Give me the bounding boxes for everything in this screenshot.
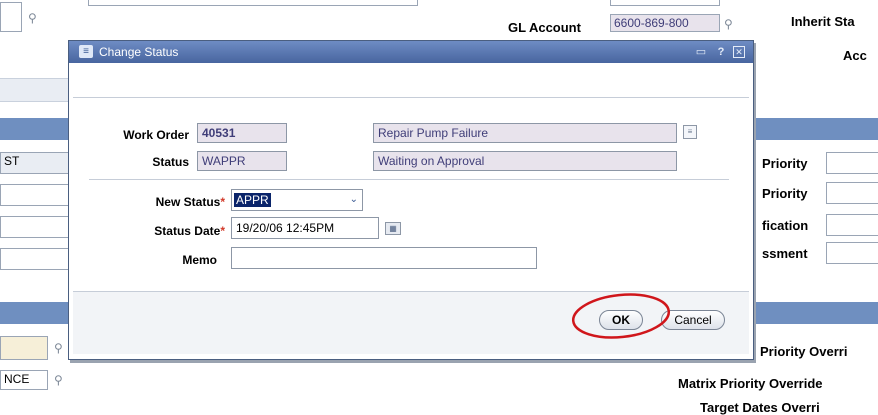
st-field[interactable]: ST bbox=[0, 152, 70, 174]
acc-label: Acc bbox=[843, 48, 867, 63]
change-status-dialog: ≡ Change Status ▭ ? ✕ Work Order 40531 R… bbox=[68, 40, 754, 360]
ssment-field[interactable] bbox=[826, 242, 878, 264]
search-icon[interactable]: ⚲ bbox=[724, 18, 736, 30]
status-field[interactable]: WAPPR bbox=[197, 151, 287, 171]
top-left-field[interactable] bbox=[0, 2, 22, 32]
gl-account-field[interactable]: 6600-869-800 bbox=[610, 14, 720, 32]
search-icon[interactable]: ⚲ bbox=[54, 342, 66, 354]
priority-field-2[interactable] bbox=[826, 182, 878, 204]
priority-field[interactable] bbox=[826, 152, 878, 174]
search-icon[interactable]: ⚲ bbox=[28, 12, 40, 24]
memo-label: Memo bbox=[182, 253, 217, 267]
dialog-footer: OK Cancel bbox=[73, 291, 749, 354]
dialog-separator-mid bbox=[89, 179, 729, 180]
matrix-priority-override-label: Matrix Priority Override bbox=[678, 376, 823, 391]
new-status-selected-value: APPR bbox=[234, 193, 271, 207]
dialog-title: Change Status bbox=[99, 45, 179, 59]
highlight-circle bbox=[571, 293, 671, 339]
priority-label: Priority bbox=[762, 156, 808, 171]
left-field-2[interactable] bbox=[0, 184, 70, 206]
required-marker: * bbox=[220, 195, 225, 209]
inherit-status-label: Inherit Sta bbox=[791, 14, 855, 29]
nce-field[interactable]: NCE bbox=[0, 370, 48, 390]
dialog-icon: ≡ bbox=[79, 45, 93, 58]
new-status-label: New Status* bbox=[99, 195, 225, 209]
status-label: Status bbox=[152, 155, 189, 169]
required-marker: * bbox=[220, 224, 225, 238]
ssment-label: ssment bbox=[762, 246, 808, 261]
work-order-description-field[interactable]: Repair Pump Failure bbox=[373, 123, 677, 143]
long-description-icon[interactable]: ≡ bbox=[683, 125, 697, 139]
priority-override-label: Priority Overri bbox=[760, 344, 848, 359]
search-icon[interactable]: ⚲ bbox=[54, 374, 66, 386]
new-status-label-text: New Status bbox=[155, 195, 221, 209]
left-field-3[interactable] bbox=[0, 216, 70, 238]
maximize-icon[interactable]: ▭ bbox=[695, 46, 707, 58]
close-icon[interactable]: ✕ bbox=[733, 46, 745, 58]
memo-field[interactable] bbox=[231, 247, 537, 269]
dialog-titlebar[interactable]: ≡ Change Status ▭ ? ✕ bbox=[69, 41, 753, 63]
fication-label: fication bbox=[762, 218, 809, 233]
dialog-separator-top bbox=[73, 97, 749, 98]
fication-field[interactable] bbox=[826, 214, 878, 236]
work-order-field[interactable]: 40531 bbox=[197, 123, 287, 143]
priority-label-2: Priority bbox=[762, 186, 808, 201]
left-field-5[interactable] bbox=[0, 336, 48, 360]
status-description-field[interactable]: Waiting on Approval bbox=[373, 151, 677, 171]
status-date-label-text: Status Date bbox=[154, 224, 221, 238]
background-stripe bbox=[0, 78, 70, 102]
calendar-icon[interactable]: ▦ bbox=[385, 222, 401, 235]
gl-account-label: GL Account bbox=[508, 20, 581, 35]
new-status-select[interactable]: APPR ⌄ bbox=[231, 189, 363, 211]
help-icon[interactable]: ? bbox=[715, 46, 727, 58]
status-date-field[interactable]: 19/20/06 12:45PM bbox=[231, 217, 379, 239]
top-field-2[interactable] bbox=[610, 0, 720, 6]
top-field[interactable] bbox=[88, 0, 418, 6]
left-field-4[interactable] bbox=[0, 248, 70, 270]
status-date-label: Status Date* bbox=[99, 224, 225, 238]
dropdown-chevron-icon[interactable]: ⌄ bbox=[350, 190, 358, 210]
work-order-label: Work Order bbox=[123, 128, 189, 142]
